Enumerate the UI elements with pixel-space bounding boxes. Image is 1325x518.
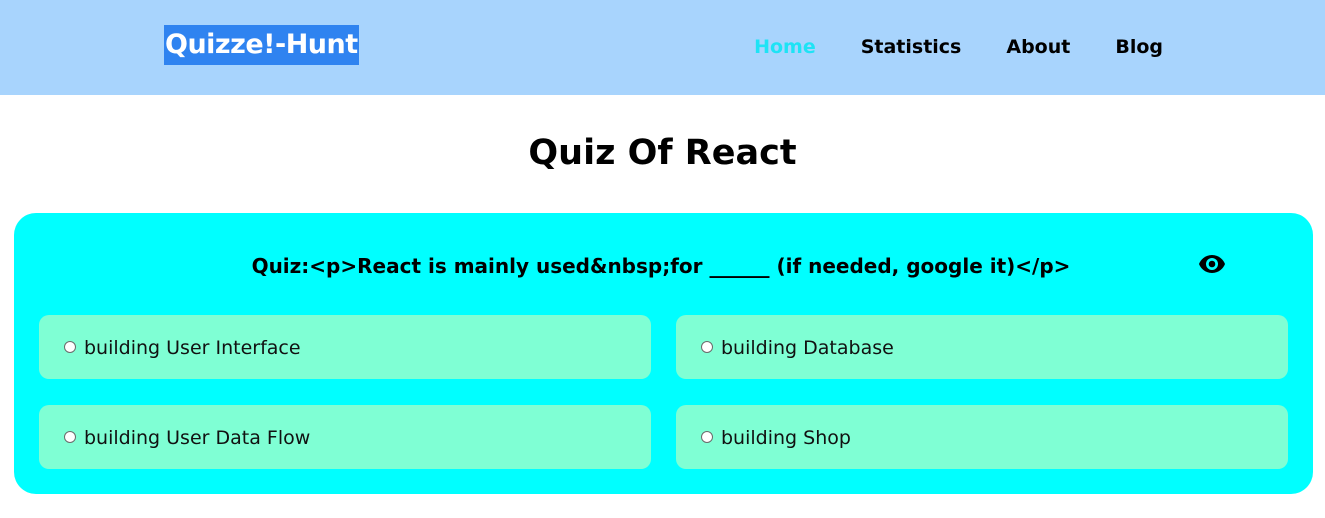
eye-icon[interactable] — [1198, 253, 1226, 275]
nav-links: Home Statistics About Blog — [709, 33, 1163, 61]
answer-option[interactable]: building User Interface — [39, 315, 651, 379]
answer-option[interactable]: building Shop — [676, 405, 1288, 469]
top-navbar: Quizze!-Hunt Home Statistics About Blog — [0, 0, 1325, 95]
radio-button[interactable] — [701, 341, 713, 353]
nav-link-blog[interactable]: Blog — [1115, 33, 1163, 61]
radio-button[interactable] — [64, 341, 76, 353]
answer-option-label: building Database — [721, 337, 894, 359]
nav-link-home[interactable]: Home — [754, 33, 816, 61]
radio-button[interactable] — [64, 431, 76, 443]
page-title: Quiz Of React — [528, 133, 797, 173]
nav-link-statistics[interactable]: Statistics — [861, 33, 962, 61]
answer-option-label: building User Data Flow — [84, 427, 311, 449]
answer-option-label: building Shop — [721, 427, 851, 449]
brand-logo[interactable]: Quizze!-Hunt — [164, 25, 359, 65]
radio-button[interactable] — [701, 431, 713, 443]
answer-option[interactable]: building Database — [676, 315, 1288, 379]
quiz-question: Quiz:<p>React is mainly used&nbsp;for __… — [251, 254, 1071, 278]
quiz-card: Quiz:<p>React is mainly used&nbsp;for __… — [14, 213, 1313, 494]
answer-option-label: building User Interface — [84, 337, 301, 359]
answer-option[interactable]: building User Data Flow — [39, 405, 651, 469]
nav-link-about[interactable]: About — [1006, 33, 1070, 61]
